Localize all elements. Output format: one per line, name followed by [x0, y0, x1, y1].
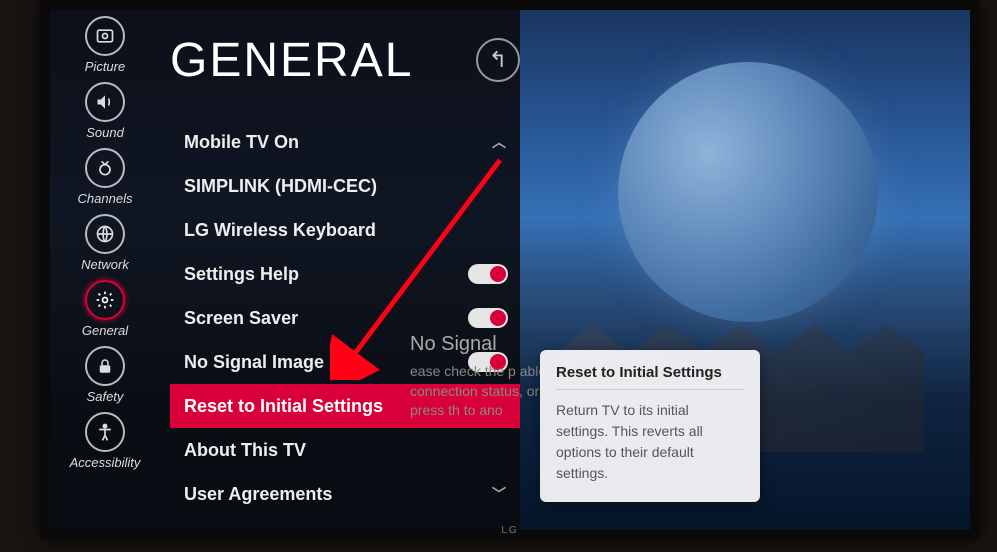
setting-wireless-keyboard[interactable]: LG Wireless Keyboard [170, 208, 520, 252]
no-signal-body: ease check the p able connection status,… [410, 363, 546, 418]
header: GENERAL ↰ [170, 20, 520, 100]
settings-sidebar: Picture Sound Channels Network General S… [50, 10, 160, 530]
sidebar-item-picture[interactable]: Picture [85, 16, 125, 74]
sidebar-item-accessibility[interactable]: Accessibility [70, 412, 141, 470]
gear-icon [85, 280, 125, 320]
picture-icon [85, 16, 125, 56]
brand-logo: LG [501, 525, 518, 536]
setting-simplink[interactable]: SIMPLINK (HDMI-CEC) [170, 164, 520, 208]
sound-icon [85, 82, 125, 122]
setting-about-tv[interactable]: About This TV [170, 428, 520, 472]
accessibility-icon [85, 412, 125, 452]
setting-label: Mobile TV On [184, 132, 299, 153]
setting-label: Screen Saver [184, 308, 298, 329]
sidebar-item-channels[interactable]: Channels [78, 148, 133, 206]
sidebar-item-label: Accessibility [70, 455, 141, 470]
back-button[interactable]: ↰ [476, 38, 520, 82]
sidebar-item-label: Safety [87, 389, 124, 404]
setting-label: Reset to Initial Settings [184, 396, 383, 417]
channels-icon [85, 148, 125, 188]
setting-user-agreements[interactable]: User Agreements ﹀ [170, 472, 520, 516]
network-icon [85, 214, 125, 254]
setting-label: SIMPLINK (HDMI-CEC) [184, 176, 377, 197]
setting-label: Settings Help [184, 264, 299, 285]
settings-list: Mobile TV On ︿ SIMPLINK (HDMI-CEC) LG Wi… [170, 120, 520, 516]
sidebar-item-label: Picture [85, 59, 125, 74]
sidebar-item-label: Network [81, 257, 129, 272]
back-icon: ↰ [489, 47, 507, 73]
sidebar-item-general[interactable]: General [82, 280, 128, 338]
tooltip-title: Reset to Initial Settings [556, 364, 744, 390]
chevron-down-icon: ﹀ [492, 484, 506, 504]
page-title: GENERAL [170, 33, 413, 88]
sidebar-item-label: Channels [78, 191, 133, 206]
chevron-up-icon: ︿ [492, 132, 506, 152]
help-tooltip: Reset to Initial Settings Return TV to i… [540, 350, 760, 502]
setting-label: LG Wireless Keyboard [184, 220, 376, 241]
setting-label: No Signal Image [184, 352, 324, 373]
tooltip-body: Return TV to its initial settings. This … [556, 400, 744, 484]
setting-mobile-tv-on[interactable]: Mobile TV On ︿ [170, 120, 520, 164]
sidebar-item-network[interactable]: Network [81, 214, 129, 272]
setting-settings-help[interactable]: Settings Help [170, 252, 520, 296]
setting-label: About This TV [184, 440, 306, 461]
toggle-switch[interactable] [468, 264, 508, 284]
lock-icon [85, 346, 125, 386]
sidebar-item-label: Sound [86, 125, 124, 140]
setting-label: User Agreements [184, 484, 332, 505]
sidebar-item-label: General [82, 323, 128, 338]
sidebar-item-safety[interactable]: Safety [85, 346, 125, 404]
sidebar-item-sound[interactable]: Sound [85, 82, 125, 140]
toggle-switch[interactable] [468, 308, 508, 328]
